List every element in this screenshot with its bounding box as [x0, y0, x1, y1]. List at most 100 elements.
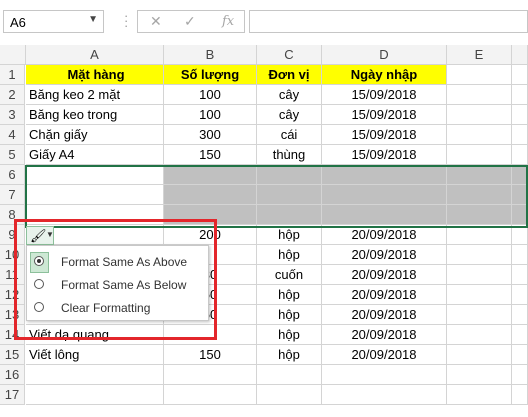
cell-c1[interactable]: Đơn vị	[257, 65, 322, 85]
cell-d5[interactable]: 15/09/2018	[322, 145, 447, 165]
cell-c2[interactable]: cây	[257, 85, 322, 105]
cell-b16[interactable]	[164, 365, 257, 385]
cell-e11[interactable]	[447, 265, 512, 285]
cell-c13[interactable]: hộp	[257, 305, 322, 325]
cell-e5[interactable]	[447, 145, 512, 165]
cell-b3[interactable]: 100	[164, 105, 257, 125]
insert-function-icon[interactable]: fx	[222, 14, 234, 29]
cell-e17[interactable]	[447, 385, 512, 405]
column-header-f[interactable]	[512, 45, 528, 65]
cell-d3[interactable]: 15/09/2018	[322, 105, 447, 125]
cell-e16[interactable]	[447, 365, 512, 385]
cell-c12[interactable]: hộp	[257, 285, 322, 305]
cell-a17[interactable]	[26, 385, 164, 405]
row-header-2[interactable]: 2	[0, 85, 25, 105]
cell-f16[interactable]	[512, 365, 528, 385]
cell-d9[interactable]: 20/09/2018	[322, 225, 447, 245]
cell-e15[interactable]	[447, 345, 512, 365]
cell-a3[interactable]: Băng keo trong	[26, 105, 164, 125]
cell-e3[interactable]	[447, 105, 512, 125]
cancel-icon[interactable]: ✕	[150, 13, 162, 30]
formula-buttons: ✕ ✓ fx	[137, 10, 245, 33]
column-header-e[interactable]: E	[447, 45, 512, 65]
cell-d11[interactable]: 20/09/2018	[322, 265, 447, 285]
cell-e2[interactable]	[447, 85, 512, 105]
cell-d17[interactable]	[322, 385, 447, 405]
cell-a2[interactable]: Băng keo 2 mặt	[26, 85, 164, 105]
cell-c9[interactable]: hộp	[257, 225, 322, 245]
column-header-c[interactable]: C	[257, 45, 322, 65]
cell-b4[interactable]: 300	[164, 125, 257, 145]
column-header-a[interactable]: A	[26, 45, 164, 65]
row-header-17[interactable]: 17	[0, 385, 25, 405]
cell-f9[interactable]	[512, 225, 528, 245]
cell-e13[interactable]	[447, 305, 512, 325]
row-header-4[interactable]: 4	[0, 125, 25, 145]
cell-a1[interactable]: Mặt hàng	[26, 65, 164, 85]
row-header-1[interactable]: 1	[0, 65, 25, 85]
cell-d10[interactable]: 20/09/2018	[322, 245, 447, 265]
cell-b1[interactable]: Số lượng	[164, 65, 257, 85]
cell-e9[interactable]	[447, 225, 512, 245]
cell-e14[interactable]	[447, 325, 512, 345]
cell-d4[interactable]: 15/09/2018	[322, 125, 447, 145]
cell-f1[interactable]	[512, 65, 528, 85]
cell-c17[interactable]	[257, 385, 322, 405]
name-box[interactable]: A6 ▼	[3, 10, 104, 33]
cell-f17[interactable]	[512, 385, 528, 405]
chevron-down-icon[interactable]: ▼	[88, 14, 98, 25]
cell-a5[interactable]: Giấy A4	[26, 145, 164, 165]
cell-c16[interactable]	[257, 365, 322, 385]
cell-d12[interactable]: 20/09/2018	[322, 285, 447, 305]
cell-a4[interactable]: Chặn giấy	[26, 125, 164, 145]
grip-icon: · · ·	[124, 8, 129, 33]
cell-c4[interactable]: cái	[257, 125, 322, 145]
cell-d2[interactable]: 15/09/2018	[322, 85, 447, 105]
row-header-5[interactable]: 5	[0, 145, 25, 165]
cell-c3[interactable]: cây	[257, 105, 322, 125]
cell-d1[interactable]: Ngày nhập	[322, 65, 447, 85]
cell-c10[interactable]: hộp	[257, 245, 322, 265]
highlight-annotation-box	[14, 219, 217, 340]
cell-f3[interactable]	[512, 105, 528, 125]
column-header-bar: A B C D E	[0, 45, 528, 65]
cell-d15[interactable]: 20/09/2018	[322, 345, 447, 365]
cell-f13[interactable]	[512, 305, 528, 325]
cell-a16[interactable]	[26, 365, 164, 385]
formula-input[interactable]	[249, 10, 528, 33]
cell-d13[interactable]: 20/09/2018	[322, 305, 447, 325]
confirm-icon[interactable]: ✓	[184, 13, 196, 30]
cell-e4[interactable]	[447, 125, 512, 145]
select-all-corner[interactable]	[0, 45, 26, 65]
cell-b17[interactable]	[164, 385, 257, 405]
cell-e12[interactable]	[447, 285, 512, 305]
cell-f12[interactable]	[512, 285, 528, 305]
column-header-b[interactable]: B	[164, 45, 257, 65]
cell-c14[interactable]: hộp	[257, 325, 322, 345]
cell-f5[interactable]	[512, 145, 528, 165]
row-header-3[interactable]: 3	[0, 105, 25, 125]
column-header-d[interactable]: D	[322, 45, 447, 65]
cell-c11[interactable]: cuốn	[257, 265, 322, 285]
cell-f14[interactable]	[512, 325, 528, 345]
cell-b15[interactable]: 150	[164, 345, 257, 365]
cell-f10[interactable]	[512, 245, 528, 265]
cell-f2[interactable]	[512, 85, 528, 105]
cell-e1[interactable]	[447, 65, 512, 85]
cell-e10[interactable]	[447, 245, 512, 265]
formula-bar: A6 ▼ · · · ✕ ✓ fx	[0, 0, 528, 45]
row-header-16[interactable]: 16	[0, 365, 25, 385]
cell-c15[interactable]: hộp	[257, 345, 322, 365]
cell-b5[interactable]: 150	[164, 145, 257, 165]
cell-f4[interactable]	[512, 125, 528, 145]
row-header-15[interactable]: 15	[0, 345, 25, 365]
cell-f15[interactable]	[512, 345, 528, 365]
cell-d16[interactable]	[322, 365, 447, 385]
row-header-7[interactable]: 7	[0, 185, 25, 205]
cell-c5[interactable]: thùng	[257, 145, 322, 165]
cell-f11[interactable]	[512, 265, 528, 285]
cell-b2[interactable]: 100	[164, 85, 257, 105]
row-header-6[interactable]: 6	[0, 165, 25, 185]
cell-d14[interactable]: 20/09/2018	[322, 325, 447, 345]
cell-a15[interactable]: Viết lông	[26, 345, 164, 365]
